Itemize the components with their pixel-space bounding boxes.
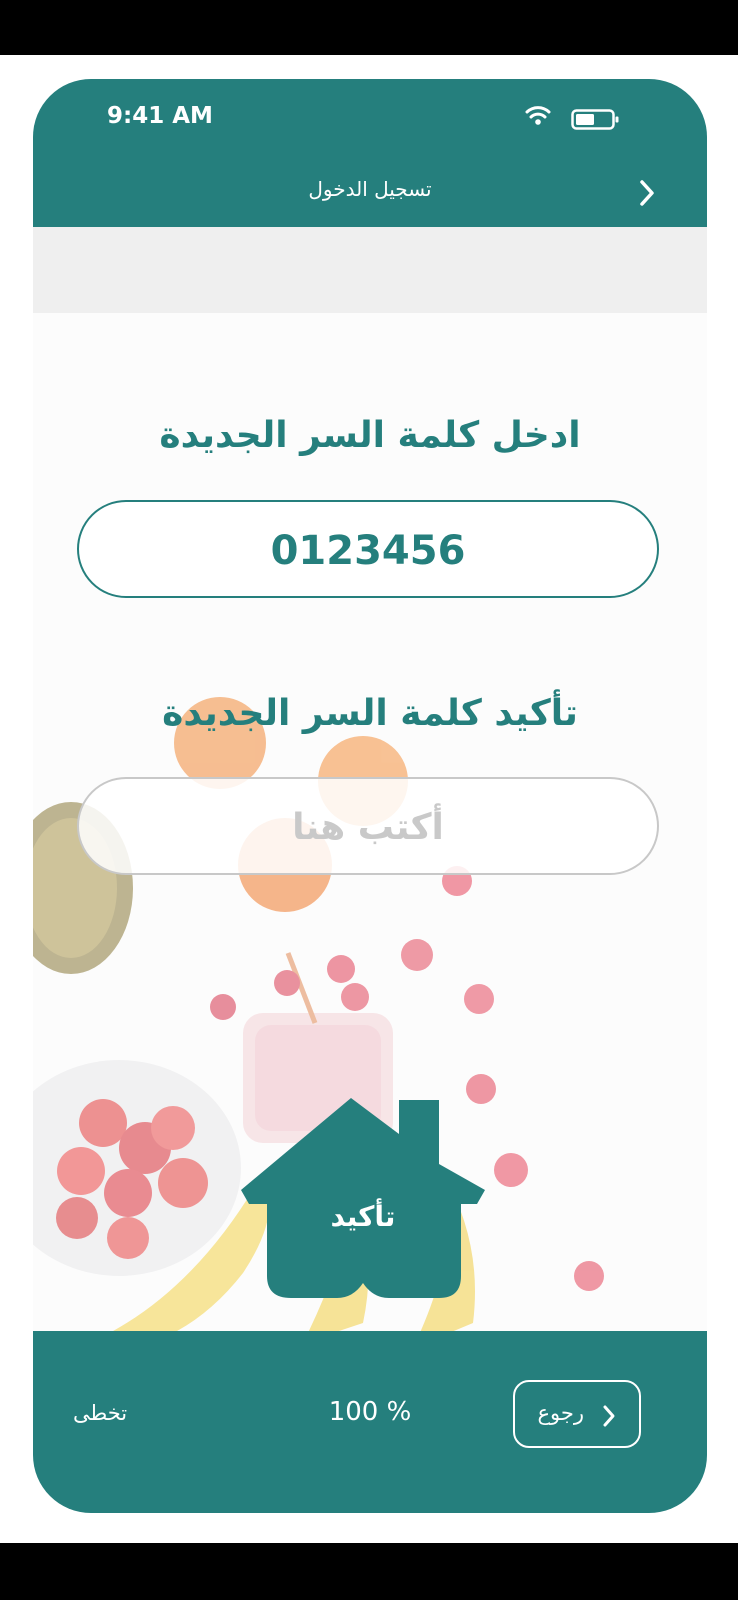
confirm-button[interactable]: تأكيد [241, 1098, 485, 1298]
wifi-icon [525, 105, 551, 131]
confirm-password-label: تأكيد كلمة السر الجديدة [162, 693, 578, 734]
phone-frame: 9:41 AM تسجيل الدخول ادخل كلمة السر الجد… [33, 79, 707, 1513]
bottom-bar: تخطى 100 % رجوع [33, 1331, 707, 1513]
banner-strip [33, 227, 707, 313]
back-button-label: رجوع [537, 1401, 584, 1425]
battery-icon [571, 109, 621, 135]
app-header: 9:41 AM تسجيل الدخول [33, 79, 707, 227]
page-title: تسجيل الدخول [308, 177, 432, 201]
form-area: ادخل كلمة السر الجديدة 0123456 تأكيد كلم… [33, 313, 707, 1331]
house-shape [241, 1098, 485, 1298]
back-button[interactable]: رجوع [513, 1380, 641, 1448]
chevron-right-icon[interactable] [637, 179, 657, 211]
new-password-label: ادخل كلمة السر الجديدة [159, 415, 581, 456]
confirm-password-field[interactable]: أكتب هنا [77, 777, 659, 875]
chevron-right-icon [601, 1404, 617, 1432]
new-password-field[interactable]: 0123456 [77, 500, 659, 598]
status-time: 9:41 AM [107, 103, 213, 129]
confirm-button-label: تأكيد [330, 1200, 396, 1233]
